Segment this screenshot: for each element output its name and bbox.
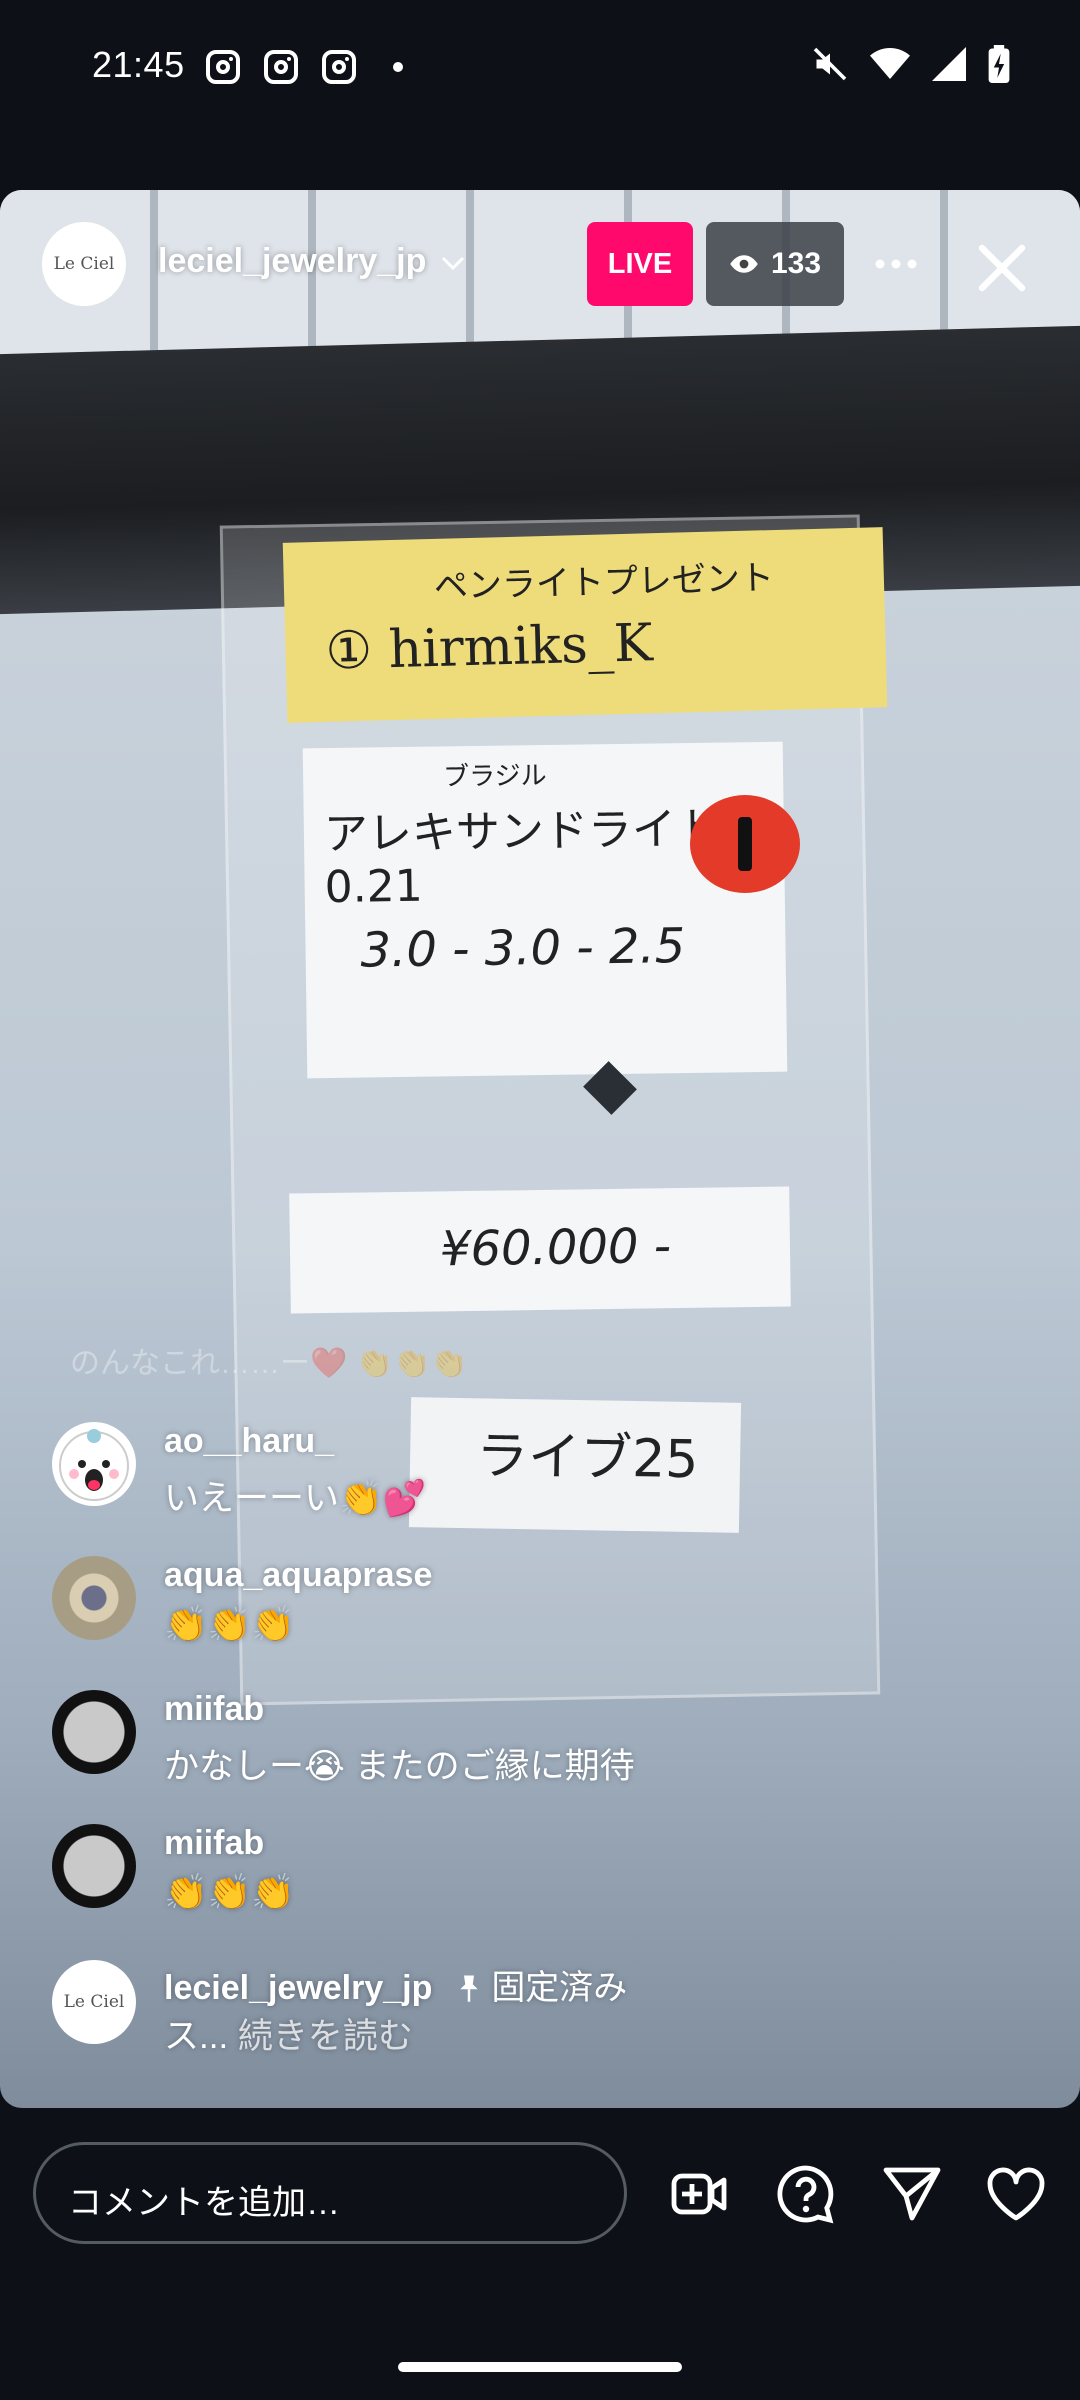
note-line-2: ① hirmiks_K xyxy=(324,613,654,682)
host-username[interactable]: leciel_jewelry_jp xyxy=(158,242,426,281)
pinned-label: 固定済み xyxy=(456,1969,627,2007)
gem-card: ブラジル アレキサンドライト 0.21 3.0 - 3.0 - 2.5 xyxy=(302,741,788,1079)
viewer-count-badge[interactable]: 133 xyxy=(706,222,844,306)
home-indicator[interactable] xyxy=(398,2362,682,2372)
read-more-link[interactable]: 続きを読む xyxy=(238,2017,413,2056)
battery-charging-icon xyxy=(988,45,1010,83)
pinned-text: ス... xyxy=(164,2017,229,2056)
eye-icon xyxy=(730,255,758,273)
signal-icon xyxy=(932,47,966,81)
comment-username[interactable]: miifab xyxy=(164,1690,264,1729)
number-sticker xyxy=(690,795,800,893)
commenter-avatar[interactable] xyxy=(52,1824,136,1908)
instagram-icon xyxy=(264,50,298,84)
mute-icon xyxy=(813,47,847,81)
gem-origin: ブラジル xyxy=(442,760,547,793)
note-line-1: ペンライトプレゼント xyxy=(433,558,775,607)
comment-username[interactable]: aqua_aquaprase xyxy=(164,1556,432,1595)
host-avatar[interactable]: Le Ciel xyxy=(42,222,126,306)
gem-size: 3.0 - 3.0 - 2.5 xyxy=(360,918,686,979)
pinned-username[interactable]: leciel_jewelry_jp xyxy=(164,1969,432,2007)
send-icon[interactable] xyxy=(880,2162,944,2226)
heart-icon[interactable] xyxy=(984,2162,1048,2226)
comment-text: かなしー😭 またのご縁に期待 xyxy=(164,1747,635,1786)
comment-text: ス... 続きを読む xyxy=(164,2008,413,2059)
commenter-avatar[interactable]: Le Ciel xyxy=(52,1960,136,2044)
comment-username[interactable]: leciel_jewelry_jp 固定済み xyxy=(164,1960,627,2009)
commenter-avatar[interactable] xyxy=(52,1556,136,1640)
live-badge: LIVE xyxy=(587,222,693,306)
pin-icon xyxy=(460,1975,478,2002)
wifi-icon xyxy=(870,48,910,79)
sticky-note: ペンライトプレゼント ① hirmiks_K xyxy=(282,527,888,723)
comment-username[interactable]: miifab xyxy=(164,1824,264,1863)
gem-price: ¥60.000 - xyxy=(439,1218,672,1278)
status-bar: 21:45 xyxy=(0,0,1080,135)
instagram-icon xyxy=(206,50,240,84)
dot-icon xyxy=(393,62,403,72)
comment-text: 👏👏👏 xyxy=(164,1605,295,1644)
price-card: ¥60.000 - xyxy=(289,1186,791,1314)
chevron-down-icon[interactable] xyxy=(436,248,470,278)
add-video-icon[interactable] xyxy=(668,2162,732,2226)
fading-comment: のんなこれ……ー❤️ 👏👏👏 xyxy=(70,1347,468,1380)
comment-text: 👏👏👏 xyxy=(164,1873,295,1912)
viewer-count: 133 xyxy=(770,247,822,280)
commenter-avatar[interactable] xyxy=(52,1422,136,1506)
pinned-status: 固定済み xyxy=(491,1969,628,2007)
commenter-avatar[interactable] xyxy=(52,1690,136,1774)
instagram-icon xyxy=(322,50,356,84)
comment-text: いえーーい👏💕 xyxy=(164,1479,427,1518)
question-icon[interactable] xyxy=(774,2162,838,2226)
comment-username[interactable]: ao__haru_ xyxy=(164,1422,334,1461)
comment-input[interactable]: コメントを追加… xyxy=(33,2142,627,2244)
close-icon[interactable] xyxy=(972,238,1032,298)
more-options-icon[interactable] xyxy=(872,252,920,276)
status-time: 21:45 xyxy=(92,44,185,85)
live-number-label: ライブ25 xyxy=(408,1397,742,1533)
